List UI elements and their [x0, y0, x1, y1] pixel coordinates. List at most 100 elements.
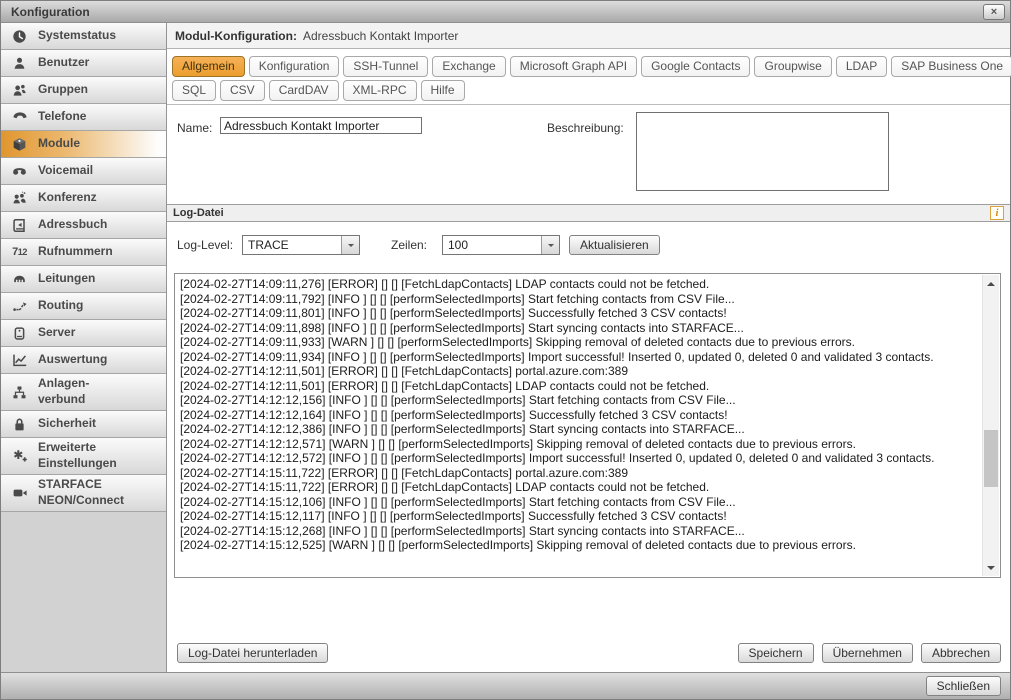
scroll-down-icon[interactable]	[983, 560, 999, 575]
tab-ssh-tunnel[interactable]: SSH-Tunnel	[343, 56, 428, 77]
conference-icon	[1, 191, 38, 206]
tab-google-contacts[interactable]: Google Contacts	[641, 56, 750, 77]
sidebar-item-gruppen[interactable]: Gruppen	[1, 77, 166, 104]
log-level-select[interactable]: TRACE	[242, 235, 360, 255]
scroll-up-icon[interactable]	[983, 276, 999, 291]
users-icon	[1, 83, 38, 98]
sidebar-item-konferenz[interactable]: Konferenz	[1, 185, 166, 212]
scrollbar-thumb[interactable]	[984, 430, 998, 487]
tab-xml-rpc[interactable]: XML-RPC	[343, 80, 417, 101]
refresh-button[interactable]: Aktualisieren	[569, 235, 660, 255]
tab-allgemein[interactable]: Allgemein	[172, 56, 245, 77]
tabs: Allgemein Konfiguration SSH-Tunnel Excha…	[167, 49, 1010, 105]
lock-icon	[1, 417, 38, 432]
sidebar-item-module[interactable]: Module	[1, 131, 166, 158]
cube-icon	[1, 137, 38, 152]
sidebar-item-label: Routing	[38, 296, 83, 316]
log-line: [2024-02-27T14:15:11,722] [ERROR] [] [] …	[180, 480, 976, 495]
tab-row-1: Allgemein Konfiguration SSH-Tunnel Excha…	[172, 56, 1005, 77]
voicemail-icon	[1, 164, 38, 179]
rows-select[interactable]: 100	[442, 235, 560, 255]
tab-sap-business-one[interactable]: SAP Business One	[891, 56, 1011, 77]
tab-csv[interactable]: CSV	[220, 80, 265, 101]
sidebar-item-server[interactable]: Server	[1, 320, 166, 347]
cancel-button[interactable]: Abbrechen	[921, 643, 1001, 663]
main-panel: Modul-Konfiguration: Adressbuch Kontakt …	[167, 23, 1010, 672]
log-line: [2024-02-27T14:12:11,501] [ERROR] [] [] …	[180, 379, 976, 394]
server-icon	[1, 326, 38, 341]
sidebar-item-leitungen[interactable]: Leitungen	[1, 266, 166, 293]
chevron-down-icon[interactable]	[541, 236, 559, 254]
save-button[interactable]: Speichern	[738, 643, 814, 663]
log-line: [2024-02-27T14:15:12,117] [INFO ] [] [] …	[180, 509, 976, 524]
module-header: Modul-Konfiguration: Adressbuch Kontakt …	[167, 23, 1010, 49]
numbers-icon: 712	[1, 246, 38, 258]
module-header-label: Modul-Konfiguration:	[175, 29, 297, 43]
tab-sql[interactable]: SQL	[172, 80, 216, 101]
log-line: [2024-02-27T14:15:11,722] [ERROR] [] [] …	[180, 466, 976, 481]
tab-microsoft-graph-api[interactable]: Microsoft Graph API	[510, 56, 637, 77]
sidebar-item-label: Module	[38, 134, 80, 154]
tab-ldap[interactable]: LDAP	[836, 56, 887, 77]
sidebar-item-label: Benutzer	[38, 53, 89, 73]
sidebar-item-erweiterte-einstellungen[interactable]: Erweiterte Einstellungen	[1, 438, 166, 475]
name-input[interactable]	[220, 117, 422, 134]
tab-groupwise[interactable]: Groupwise	[754, 56, 831, 77]
log-line: [2024-02-27T14:15:12,106] [INFO ] [] [] …	[180, 495, 976, 510]
info-icon[interactable]: i	[990, 206, 1004, 220]
log-section-header: Log-Datei i	[167, 204, 1010, 222]
sidebar-item-label: Auswertung	[38, 350, 107, 370]
sidebar-item-starface-neon[interactable]: STARFACE NEON/Connect	[1, 475, 166, 512]
clock-icon	[1, 29, 38, 44]
log-section-title: Log-Datei	[173, 207, 224, 219]
address-book-icon	[1, 218, 38, 233]
download-log-button[interactable]: Log-Datei herunterladen	[177, 643, 328, 663]
tab-hilfe[interactable]: Hilfe	[421, 80, 465, 101]
log-line: [2024-02-27T14:09:11,933] [WARN ] [] [] …	[180, 335, 976, 350]
log-level-value: TRACE	[243, 236, 341, 254]
chart-icon	[1, 352, 38, 368]
bottom-bar: Schließen	[1, 672, 1010, 699]
sidebar-item-sicherheit[interactable]: Sicherheit	[1, 411, 166, 438]
sidebar-item-benutzer[interactable]: Benutzer	[1, 50, 166, 77]
sidebar-item-voicemail[interactable]: Voicemail	[1, 158, 166, 185]
window-body: Systemstatus Benutzer Gruppen Telefone M…	[1, 23, 1010, 672]
sidebar-item-label: Adressbuch	[38, 215, 107, 235]
sidebar-item-routing[interactable]: Routing	[1, 293, 166, 320]
log-level-label: Log-Level:	[177, 238, 242, 252]
log-line: [2024-02-27T14:12:12,572] [INFO ] [] [] …	[180, 451, 976, 466]
tab-konfiguration[interactable]: Konfiguration	[249, 56, 340, 77]
log-line: [2024-02-27T14:09:11,934] [INFO ] [] [] …	[180, 350, 976, 365]
sidebar-item-label: Telefone	[38, 107, 86, 127]
gear-plus-icon	[1, 448, 38, 464]
phone-icon	[1, 109, 38, 125]
name-label: Name:	[177, 121, 212, 135]
sidebar-item-telefone[interactable]: Telefone	[1, 104, 166, 131]
log-line: [2024-02-27T14:12:12,386] [INFO ] [] [] …	[180, 422, 976, 437]
close-button[interactable]: Schließen	[926, 676, 1001, 696]
log-line: [2024-02-27T14:12:12,571] [WARN ] [] [] …	[180, 437, 976, 452]
close-icon[interactable]: ×	[983, 4, 1005, 20]
apply-button[interactable]: Übernehmen	[822, 643, 913, 663]
description-textarea[interactable]	[636, 112, 889, 191]
log-output[interactable]: [2024-02-27T14:09:11,276] [ERROR] [] [] …	[174, 273, 1001, 578]
sidebar-item-adressbuch[interactable]: Adressbuch	[1, 212, 166, 239]
sidebar-item-systemstatus[interactable]: Systemstatus	[1, 23, 166, 50]
tab-carddav[interactable]: CardDAV	[269, 80, 339, 101]
window-title: Konfiguration	[11, 5, 983, 19]
title-bar: Konfiguration ×	[1, 1, 1010, 23]
scrollbar[interactable]	[982, 275, 999, 576]
general-form: Name: Beschreibung:	[167, 105, 1010, 204]
tab-exchange[interactable]: Exchange	[432, 56, 505, 77]
log-line: [2024-02-27T14:12:12,156] [INFO ] [] [] …	[180, 393, 976, 408]
sidebar-item-anlagenverbund[interactable]: Anlagen- verbund	[1, 374, 166, 411]
log-line: [2024-02-27T14:09:11,898] [INFO ] [] [] …	[180, 321, 976, 336]
sidebar-item-rufnummern[interactable]: 712 Rufnummern	[1, 239, 166, 266]
log-line: [2024-02-27T14:09:11,801] [INFO ] [] [] …	[180, 306, 976, 321]
log-line: [2024-02-27T14:15:12,268] [INFO ] [] [] …	[180, 524, 976, 539]
sidebar-item-label: Anlagen- verbund	[38, 374, 89, 409]
sidebar-item-auswertung[interactable]: Auswertung	[1, 347, 166, 374]
configuration-window: Konfiguration × Systemstatus Benutzer Gr…	[0, 0, 1011, 700]
chevron-down-icon[interactable]	[341, 236, 359, 254]
rows-label: Zeilen:	[391, 238, 442, 252]
